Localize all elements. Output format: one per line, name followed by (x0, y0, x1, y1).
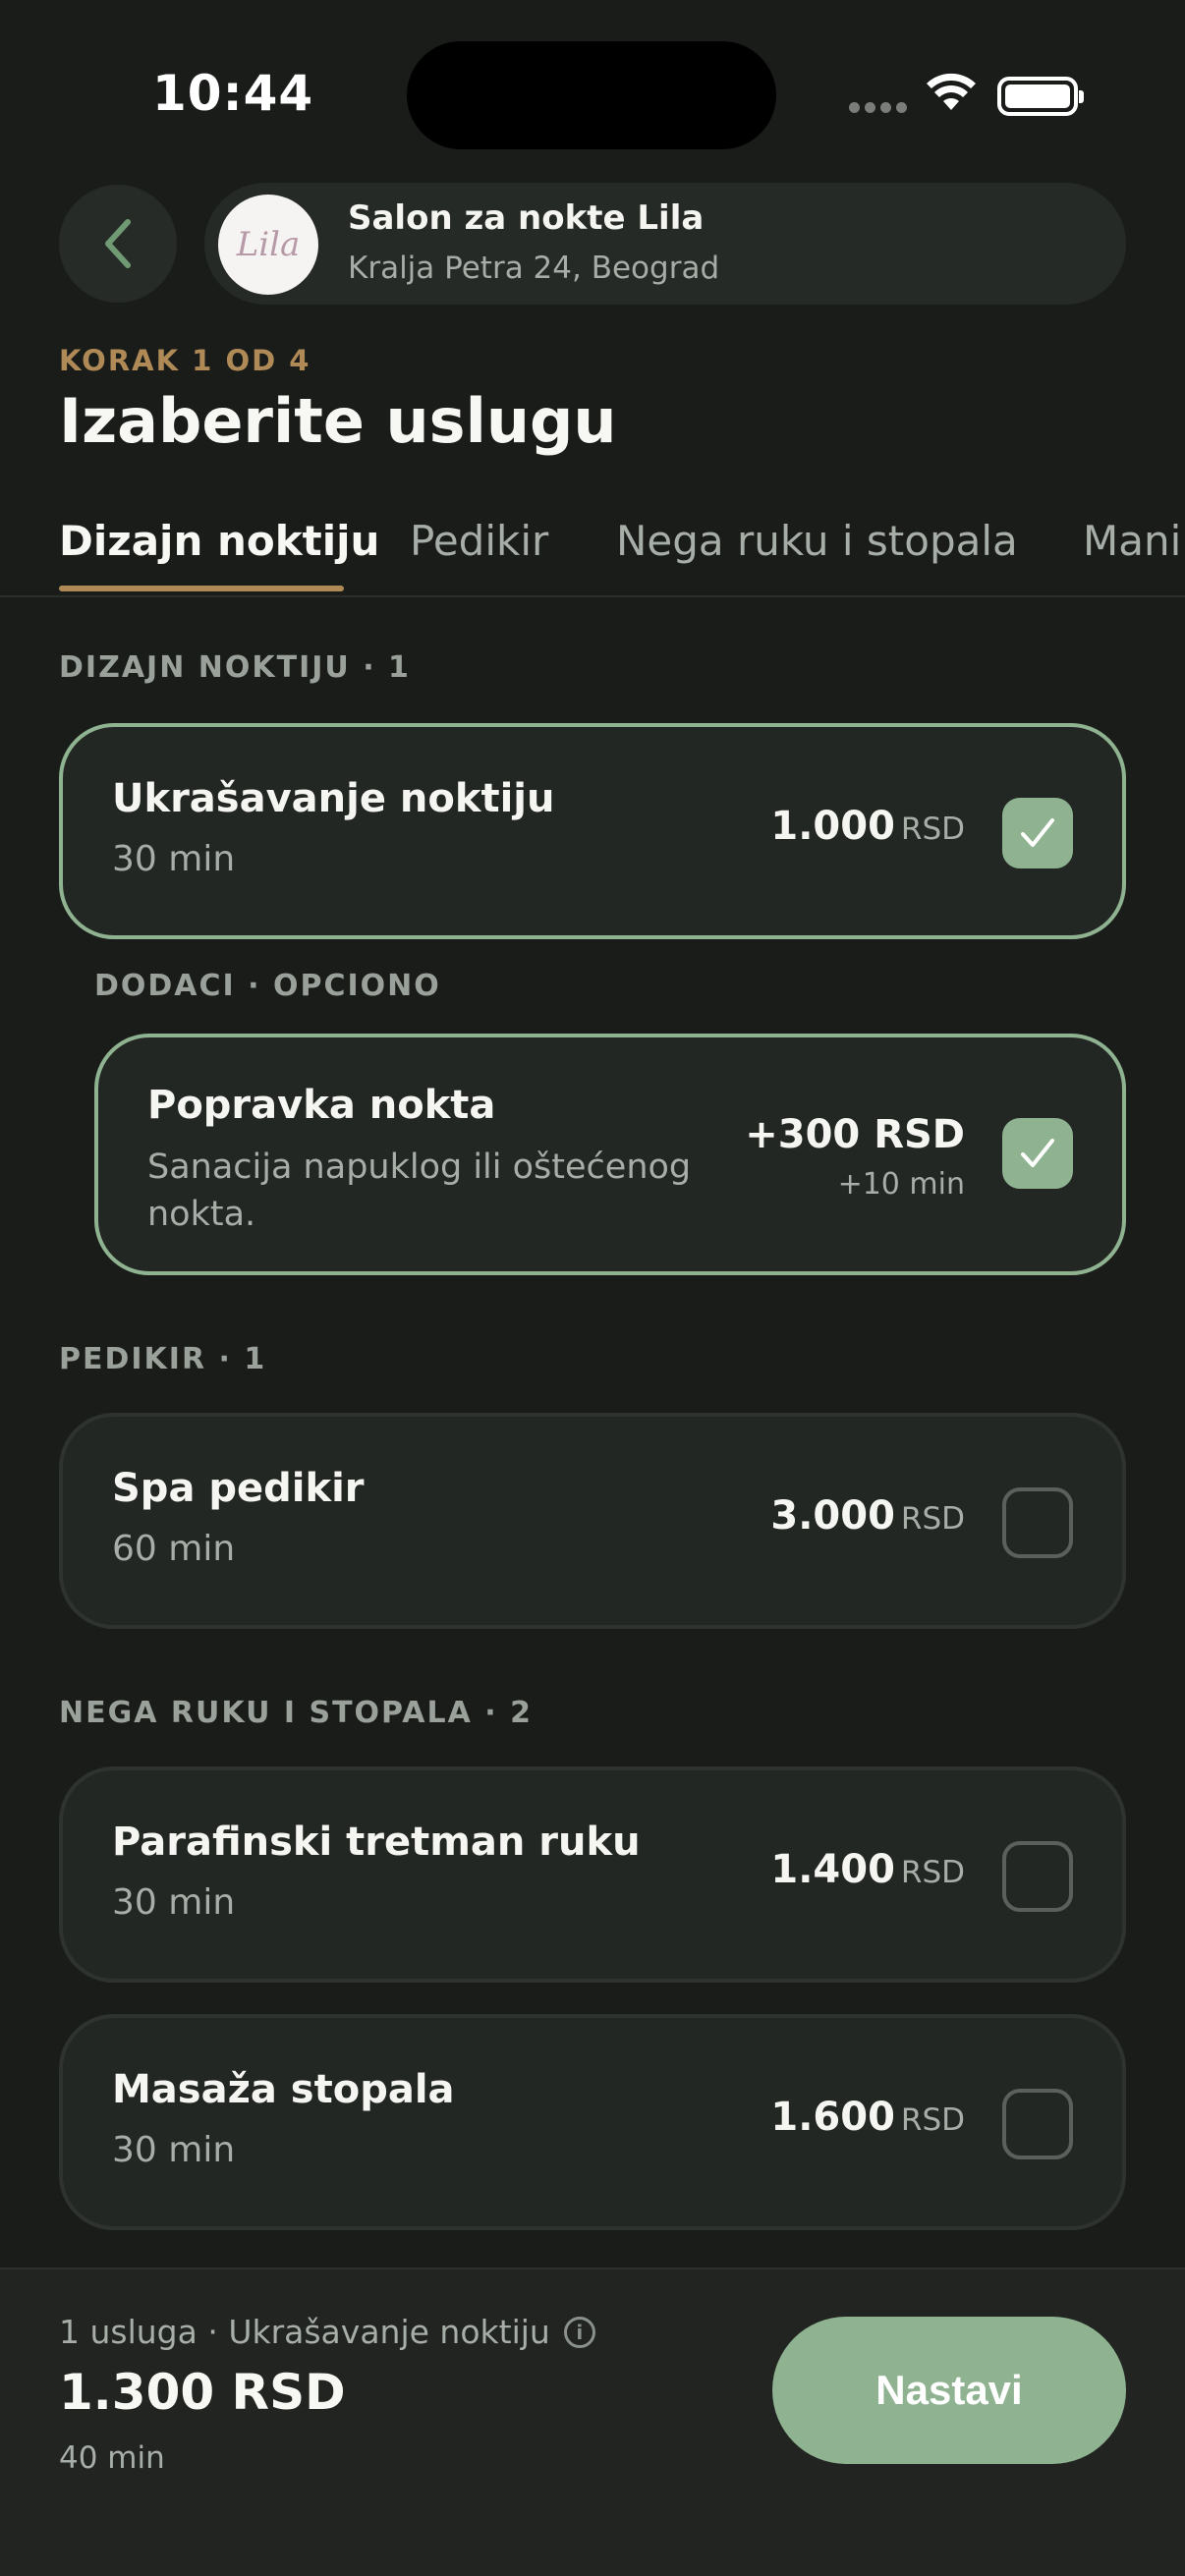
service-duration: 30 min (112, 2130, 236, 2170)
booking-summary-bar: 1 usluga · Ukrašavanje noktiju i 1.300 R… (0, 2268, 1185, 2576)
salon-logo: Lila (218, 195, 318, 295)
service-card-masaza-stopala[interactable]: Masaža stopala 30 min 1.600 RSD (59, 2014, 1126, 2230)
section-header-dodaci: DODACI · OPCIONO (94, 969, 441, 1003)
tab-mani[interactable]: Mani (1083, 517, 1181, 565)
service-price: 1.000 RSD (770, 804, 965, 849)
category-tabs: Dizajn noktiju Pedikir Nega ruku i stopa… (0, 501, 1185, 597)
service-card-spa-pedikir[interactable]: Spa pedikir 60 min 3.000 RSD (59, 1413, 1126, 1629)
total-duration: 40 min (59, 2440, 165, 2476)
price-currency: RSD (900, 1855, 965, 1890)
checkmark-icon (1021, 818, 1054, 847)
tab-nega-ruku-i-stopala[interactable]: Nega ruku i stopala (616, 517, 1018, 565)
cellular-signal-icon (849, 102, 907, 113)
info-icon[interactable]: i (563, 2316, 595, 2348)
battery-icon (997, 77, 1084, 116)
salon-address: Kralja Petra 24, Beograd (348, 251, 720, 286)
service-card-parafinski-tretman-ruku[interactable]: Parafinski tretman ruku 30 min 1.400 RSD (59, 1766, 1126, 1983)
service-checkbox[interactable] (1002, 2089, 1073, 2159)
salon-info[interactable]: Lila Salon za nokte Lila Kralja Petra 24… (204, 183, 1126, 305)
price-currency: RSD (900, 812, 965, 847)
service-duration: 30 min (112, 1882, 236, 1923)
section-header-pedikir: PEDIKIR · 1 (59, 1342, 267, 1376)
service-name: Parafinski tretman ruku (112, 1820, 641, 1865)
service-duration: 60 min (112, 1529, 236, 1569)
total-price: 1.300 RSD (59, 2364, 346, 2421)
price-amount: 1.400 (770, 1847, 895, 1892)
status-time: 10:44 (152, 65, 314, 122)
price-amount: 3.000 (770, 1493, 895, 1539)
active-tab-indicator (59, 586, 344, 591)
service-price: 3.000 RSD (770, 1493, 965, 1539)
page-title: Izaberite uslugu (59, 385, 617, 457)
screen: 10:44 Lila Salon za nokte Lila Kralja Pe… (0, 0, 1185, 2576)
continue-button[interactable]: Nastavi (772, 2317, 1126, 2464)
service-name: Spa pedikir (112, 1466, 365, 1511)
service-price: 1.600 RSD (770, 2095, 965, 2140)
price-currency: RSD (900, 2102, 965, 2138)
service-card-ukrasavanje-noktiju[interactable]: Ukrašavanje noktiju 30 min 1.000 RSD (59, 723, 1126, 939)
service-price: 1.400 RSD (770, 1847, 965, 1892)
service-duration: 30 min (112, 839, 236, 879)
salon-name: Salon za nokte Lila (348, 198, 705, 238)
addon-extra-time: +10 min (837, 1167, 965, 1202)
dynamic-island (407, 41, 776, 149)
back-button[interactable] (59, 185, 177, 303)
chevron-left-icon (105, 219, 131, 268)
wifi-icon (927, 73, 976, 110)
addon-price: +300 RSD (745, 1112, 965, 1157)
step-indicator: KORAK 1 OD 4 (59, 344, 311, 377)
tab-pedikir[interactable]: Pedikir (410, 517, 548, 565)
addon-checkbox[interactable] (1002, 1118, 1073, 1189)
price-amount: 1.000 (770, 804, 895, 849)
checkmark-icon (1021, 1139, 1054, 1167)
service-checkbox[interactable] (1002, 798, 1073, 868)
tab-dizajn-noktiju[interactable]: Dizajn noktiju (59, 517, 379, 565)
section-header-dizajn-noktiju: DIZAJN NOKTIJU · 1 (59, 650, 411, 685)
service-checkbox[interactable] (1002, 1841, 1073, 1912)
addon-name: Popravka nokta (147, 1083, 496, 1128)
price-amount: 1.600 (770, 2095, 895, 2140)
section-header-nega-ruku-i-stopala: NEGA RUKU I STOPALA · 2 (59, 1696, 533, 1730)
selection-summary: 1 usluga · Ukrašavanje noktiju i (59, 2313, 595, 2351)
price-currency: RSD (900, 1501, 965, 1537)
service-name: Masaža stopala (112, 2067, 455, 2112)
addon-card-popravka-nokta[interactable]: Popravka nokta Sanacija napuklog ili ošt… (94, 1034, 1126, 1275)
salon-logo-text: Lila (236, 225, 301, 264)
selection-summary-text: 1 usluga · Ukrašavanje noktiju (59, 2313, 550, 2351)
addon-description: Sanacija napuklog ili oštećenog nokta. (147, 1148, 692, 1234)
service-checkbox[interactable] (1002, 1487, 1073, 1558)
service-name: Ukrašavanje noktiju (112, 776, 555, 821)
